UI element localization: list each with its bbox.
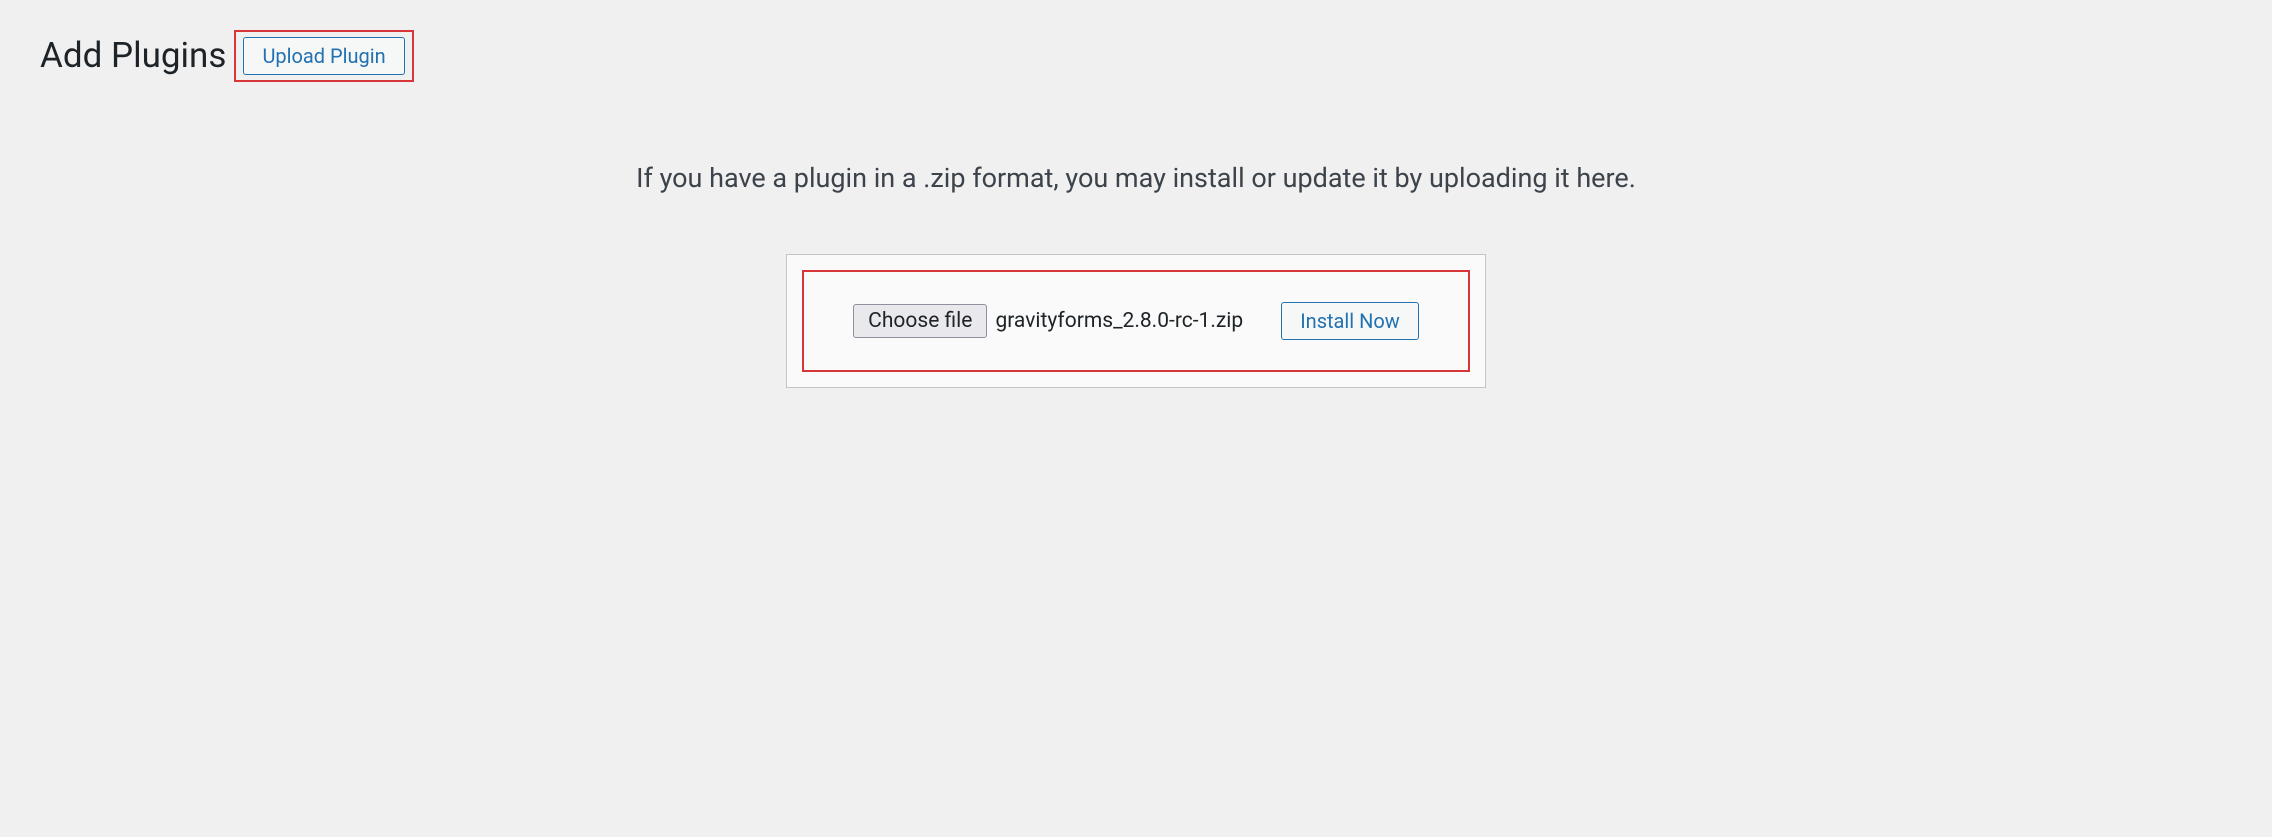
upload-plugin-highlight: Upload Plugin: [234, 30, 413, 82]
upload-plugin-button[interactable]: Upload Plugin: [243, 37, 404, 75]
upload-form-highlight: Choose file gravityforms_2.8.0-rc-1.zip …: [802, 270, 1470, 372]
choose-file-button[interactable]: Choose file: [853, 304, 987, 338]
page-header: Add Plugins Upload Plugin: [40, 30, 2232, 82]
selected-filename: gravityforms_2.8.0-rc-1.zip: [995, 309, 1243, 333]
install-now-button[interactable]: Install Now: [1281, 302, 1419, 340]
upload-help-text: If you have a plugin in a .zip format, y…: [40, 162, 2232, 194]
page-title: Add Plugins: [40, 33, 226, 79]
upload-panel: Choose file gravityforms_2.8.0-rc-1.zip …: [786, 254, 1486, 388]
